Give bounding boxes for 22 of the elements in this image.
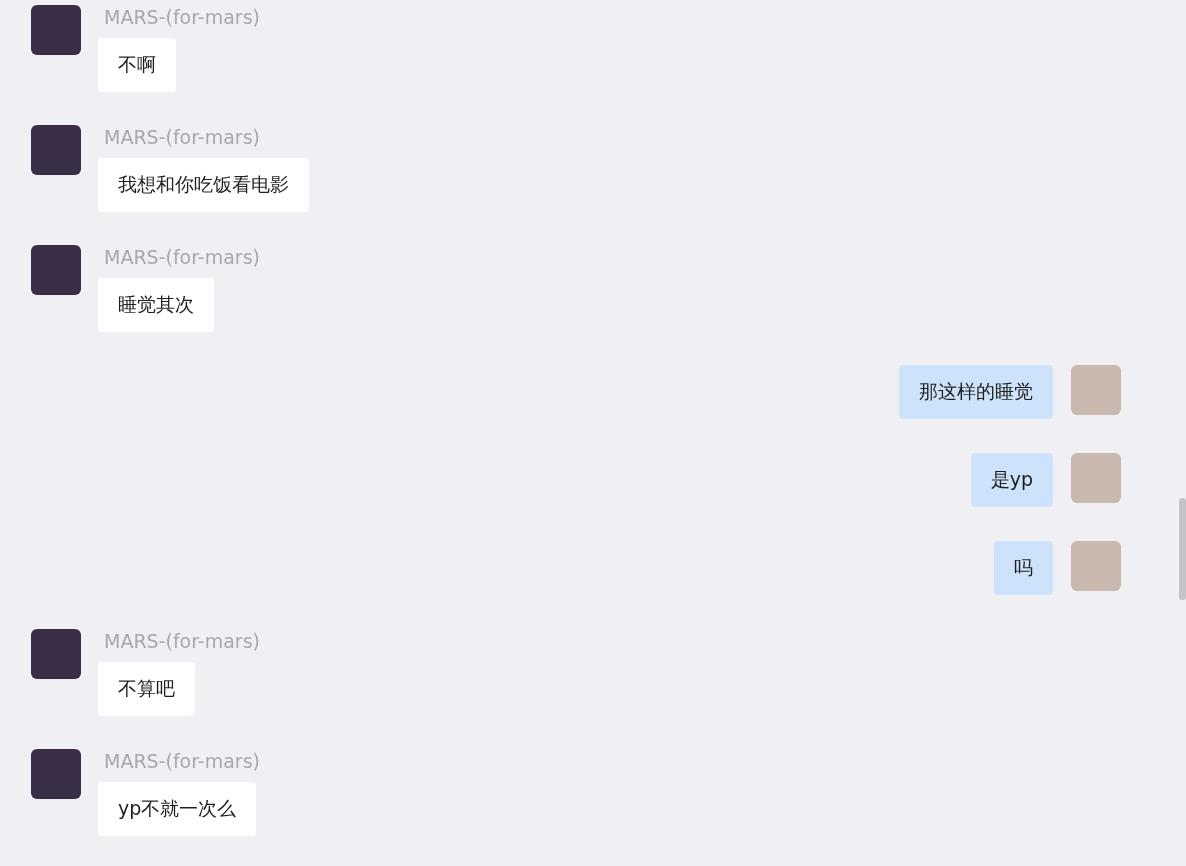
message-bubble: 是yp [970,453,1053,507]
avatar-placeholder[interactable] [31,749,81,799]
scrollbar-thumb[interactable] [1179,498,1186,600]
avatar-placeholder[interactable] [31,5,81,55]
avatar-placeholder[interactable] [1071,541,1121,591]
sender-name: MARS-(for-mars) [104,125,260,149]
message-bubble: 睡觉其次 [98,278,214,332]
message-bubble: yp不就一次么 [98,782,257,836]
sender-name: MARS-(for-mars) [104,245,260,269]
message-bubble: 吗 [994,541,1053,595]
message-bubble: 我想和你吃饭看电影 [98,158,309,212]
message-bubble: 不算吧 [98,662,195,716]
sender-name: MARS-(for-mars) [104,629,260,653]
avatar-placeholder[interactable] [31,245,81,295]
avatar-placeholder[interactable] [1071,453,1121,503]
avatar-placeholder[interactable] [1071,365,1121,415]
sender-name: MARS-(for-mars) [104,5,260,29]
avatar-placeholder[interactable] [31,629,81,679]
message-bubble: 那这样的睡觉 [899,365,1053,419]
message-bubble: 不啊 [98,38,176,92]
avatar-placeholder[interactable] [31,125,81,175]
sender-name: MARS-(for-mars) [104,749,260,773]
